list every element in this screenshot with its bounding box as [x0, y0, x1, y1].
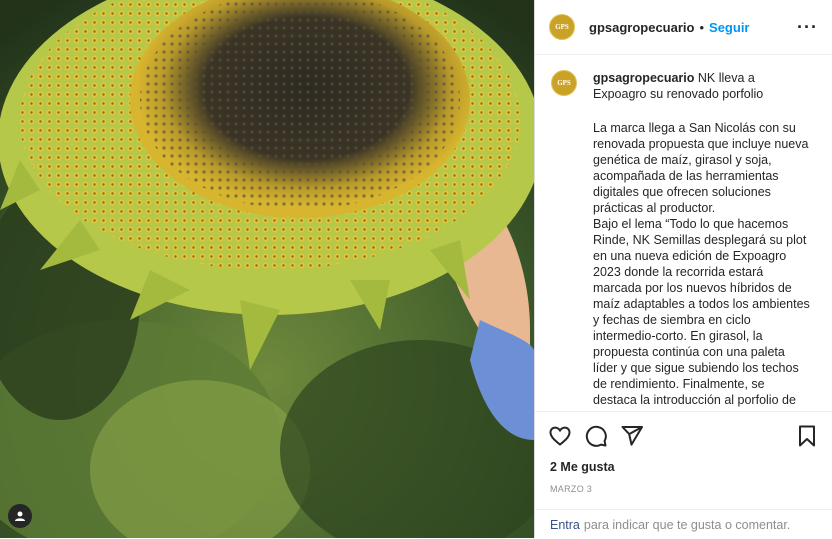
tags-button[interactable]	[8, 504, 32, 528]
caption-username[interactable]: gpsagropecuario	[593, 71, 694, 85]
share-button[interactable]	[620, 424, 644, 448]
avatar-logo-text: GPS	[555, 23, 569, 31]
action-bar	[535, 411, 832, 459]
post-sidebar: GPS gpsagropecuario • Seguir ··· GPS gps…	[534, 0, 832, 538]
login-prompt: Entra para indicar que te gusta o coment…	[535, 509, 832, 539]
comment-button[interactable]	[584, 424, 608, 448]
login-prompt-text: para indicar que te gusta o comentar.	[583, 517, 791, 532]
like-button[interactable]	[548, 424, 572, 448]
follow-button[interactable]: Seguir	[709, 20, 749, 35]
username-link[interactable]: gpsagropecuario	[589, 20, 694, 35]
caption: gpsagropecuario NK lleva a Expoagro su r…	[593, 70, 811, 408]
send-icon	[621, 425, 643, 446]
caption-area[interactable]: GPS gpsagropecuario NK lleva a Expoagro …	[535, 56, 832, 410]
avatar[interactable]: GPS	[549, 14, 575, 40]
comment-icon	[585, 425, 607, 447]
separator-dot: •	[699, 19, 705, 35]
post-image[interactable]	[0, 0, 534, 538]
login-link[interactable]: Entra	[550, 518, 580, 532]
save-button[interactable]	[795, 424, 819, 448]
heart-icon	[549, 426, 571, 446]
caption-avatar[interactable]: GPS	[551, 70, 577, 96]
more-options-icon[interactable]: ···	[797, 17, 818, 38]
user-tag-icon	[15, 511, 25, 521]
bookmark-icon	[799, 425, 815, 446]
post-date[interactable]: MARZO 3	[550, 484, 592, 494]
caption-body: La marca llega a San Nicolás con su reno…	[593, 121, 810, 407]
post-header: GPS gpsagropecuario • Seguir ···	[535, 0, 832, 55]
likes-count[interactable]: 2 Me gusta	[550, 460, 615, 474]
caption-avatar-logo-text: GPS	[557, 79, 571, 87]
sunflower-photo	[0, 0, 534, 538]
